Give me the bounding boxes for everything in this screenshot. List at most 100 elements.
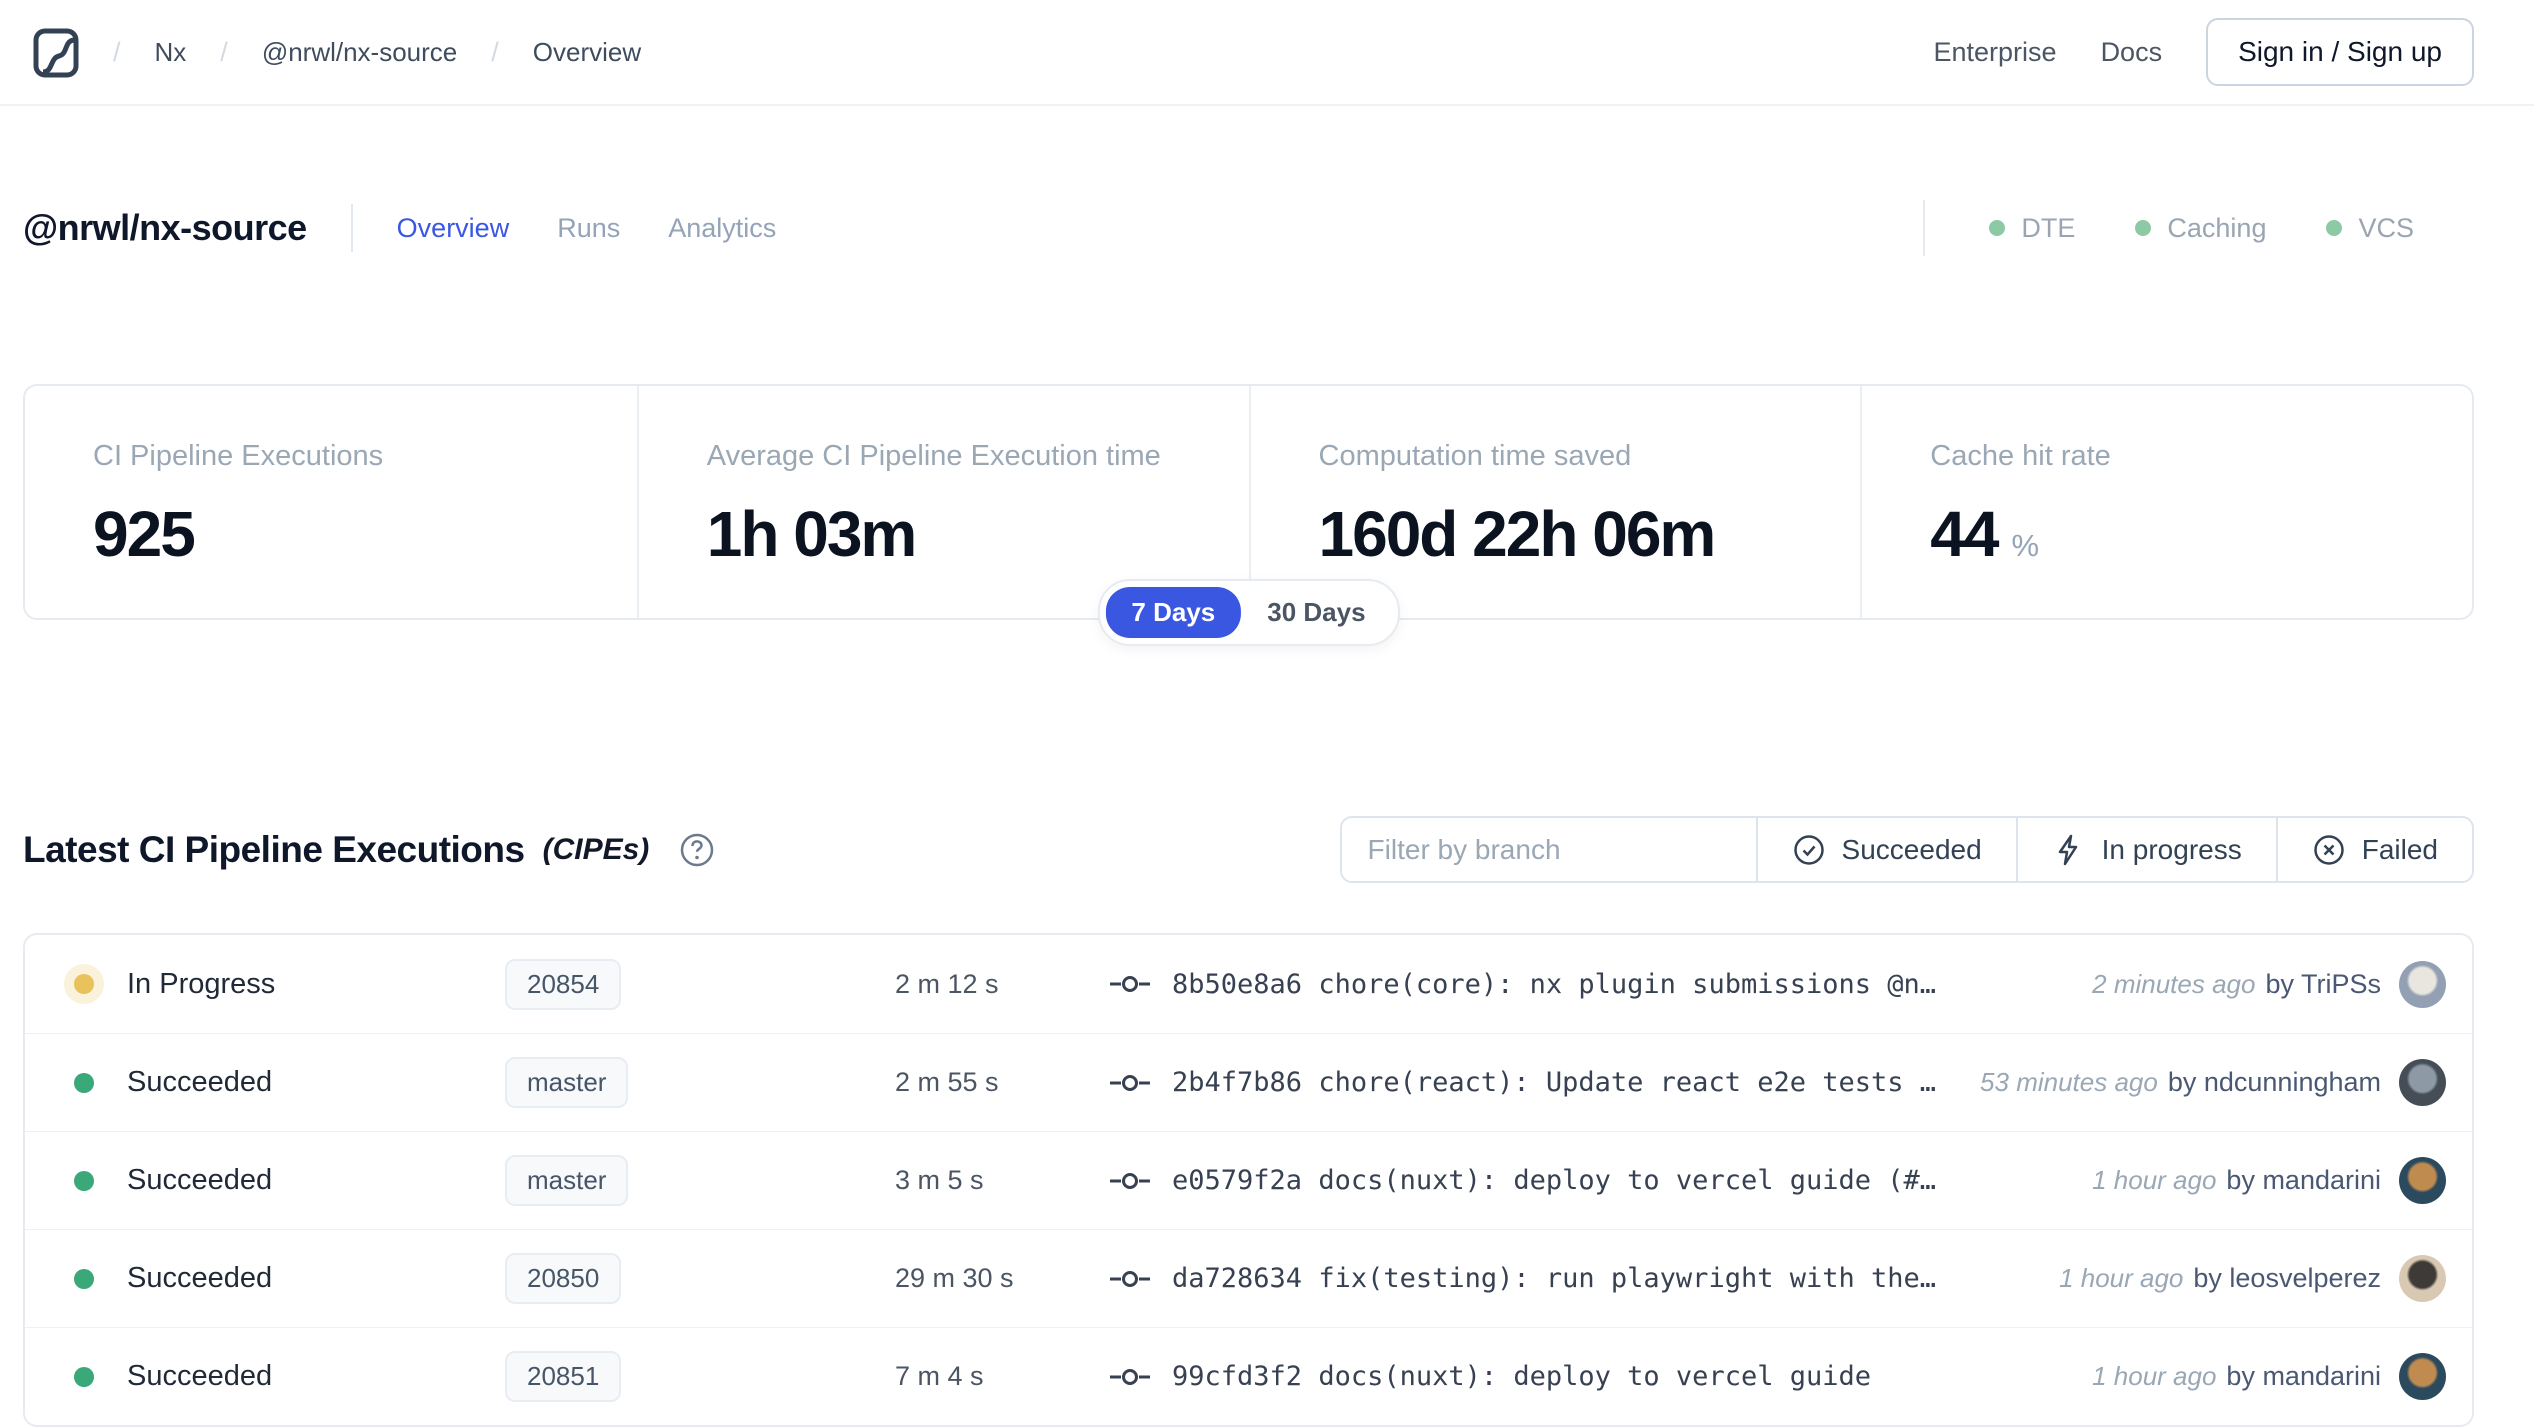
git-commit-icon [1110,1366,1150,1388]
author-label: by mandarini [2226,1165,2381,1196]
stat-ci-pipeline-executions: CI Pipeline Executions 925 [25,386,637,618]
cipe-table-row[interactable]: Succeeded 20850 29 m 30 s da728634 fix(t… [25,1229,2472,1327]
author-label: by ndcunningham [2168,1067,2381,1098]
meta-cell: 2 minutes ago by TriPSs [2092,969,2381,1000]
commit-message: da728634 fix(testing): run playwright wi… [1172,1263,1936,1294]
commit-cell: da728634 fix(testing): run playwright wi… [1110,1263,2039,1294]
filter-succeeded-button[interactable]: Succeeded [1756,818,2016,881]
commit-cell: 99cfd3f2 docs(nuxt): deploy to vercel gu… [1110,1361,2072,1392]
cipe-table-row[interactable]: Succeeded master 2 m 55 s 2b4f7b86 chore… [25,1033,2472,1131]
branch-badge: master [505,1057,628,1108]
feature-dte: DTE [1989,213,2075,244]
top-navigation-bar: / Nx / @nrwl/nx-source / Overview Enterp… [0,0,2534,106]
branch-badge: master [505,1155,628,1206]
commit-cell: 2b4f7b86 chore(react): Update react e2e … [1110,1067,1960,1098]
status-cell: Succeeded [74,1066,505,1099]
range-option-7-days[interactable]: 7 Days [1105,587,1241,638]
status-dot-icon [74,1269,94,1289]
branch-cell: 20854 [505,959,895,1010]
status-cell: In Progress [74,968,505,1001]
git-commit-icon [1110,1170,1150,1192]
breadcrumb-item-workspace[interactable]: @nrwl/nx-source [262,37,457,68]
feature-status-group: DTE Caching VCS [1923,200,2414,256]
stat-cache-hit-rate: Cache hit rate 44 % [1860,386,2472,618]
breadcrumb-separator: / [220,37,228,68]
breadcrumb-item-nx[interactable]: Nx [155,37,187,68]
top-nav-actions: Enterprise Docs Sign in / Sign up [1934,18,2475,86]
range-option-30-days[interactable]: 30 Days [1241,587,1391,638]
workspace-tabs: Overview Runs Analytics [397,213,777,244]
breadcrumb: / Nx / @nrwl/nx-source / Overview [33,25,641,79]
tab-analytics[interactable]: Analytics [668,213,776,244]
cipe-title-group: Latest CI Pipeline Executions (CIPEs) [23,829,715,871]
branch-badge: 20854 [505,959,621,1010]
time-ago-label: 2 minutes ago [2092,969,2255,1000]
workspace-title: @nrwl/nx-source [23,207,307,249]
duration-cell: 3 m 5 s [895,1165,1110,1196]
stat-label: Cache hit rate [1930,440,2452,473]
feature-vcs: VCS [2326,213,2414,244]
commit-cell: e0579f2a docs(nuxt): deploy to vercel gu… [1110,1165,2072,1196]
filter-in-progress-button[interactable]: In progress [2016,818,2276,881]
author-label: by TriPSs [2265,969,2381,1000]
feature-caching: Caching [2135,213,2266,244]
stat-value: 160d 22h 06m [1319,497,1841,571]
git-commit-icon [1110,1072,1150,1094]
cipe-table: In Progress 20854 2 m 12 s 8b50e8a6 chor… [23,933,2474,1427]
filter-label: In progress [2102,834,2242,866]
status-dot-icon [74,1367,94,1387]
vertical-divider [1923,200,1925,256]
tab-runs[interactable]: Runs [557,213,620,244]
branch-filter-input[interactable] [1342,818,1756,881]
nx-cloud-logo-icon[interactable] [33,25,79,79]
breadcrumb-separator: / [491,37,499,68]
nav-link-docs[interactable]: Docs [2101,37,2163,68]
feature-label: Caching [2167,213,2266,244]
stat-label: CI Pipeline Executions [93,440,617,473]
status-cell: Succeeded [74,1262,505,1295]
sign-in-button[interactable]: Sign in / Sign up [2206,18,2474,86]
help-icon[interactable] [679,832,715,868]
feature-label: DTE [2021,213,2075,244]
check-circle-icon [1792,833,1826,867]
commit-message: 8b50e8a6 chore(core): nx plugin submissi… [1172,969,1936,1000]
time-ago-label: 1 hour ago [2092,1361,2216,1392]
author-label: by leosvelperez [2193,1263,2381,1294]
meta-cell: 1 hour ago by leosvelperez [2059,1263,2381,1294]
workspace-header: @nrwl/nx-source Overview Runs Analytics … [0,192,2534,264]
filter-label: Succeeded [1842,834,1982,866]
breadcrumb-item-overview[interactable]: Overview [533,37,641,68]
green-status-dot-icon [1989,220,2005,236]
branch-cell: 20851 [505,1351,895,1402]
duration-cell: 2 m 55 s [895,1067,1110,1098]
cipe-section-title: Latest CI Pipeline Executions [23,829,525,871]
nav-link-enterprise[interactable]: Enterprise [1934,37,2057,68]
cipe-table-row[interactable]: Succeeded 20851 7 m 4 s 99cfd3f2 docs(nu… [25,1327,2472,1425]
duration-cell: 7 m 4 s [895,1361,1110,1392]
git-commit-icon [1110,1268,1150,1290]
status-label: Succeeded [127,1262,272,1295]
filter-failed-button[interactable]: Failed [2276,818,2472,881]
commit-cell: 8b50e8a6 chore(core): nx plugin submissi… [1110,969,2072,1000]
percent-suffix: % [2011,528,2039,564]
meta-cell: 1 hour ago by mandarini [2092,1361,2381,1392]
cipe-section-subtitle: (CIPEs) [543,833,650,867]
avatar [2399,1059,2446,1106]
duration-cell: 2 m 12 s [895,969,1110,1000]
cipe-section-header: Latest CI Pipeline Executions (CIPEs) Su… [23,816,2474,883]
breadcrumb-separator: / [113,37,121,68]
tab-overview[interactable]: Overview [397,213,510,244]
cipe-table-row[interactable]: Succeeded master 3 m 5 s e0579f2a docs(n… [25,1131,2472,1229]
duration-cell: 29 m 30 s [895,1263,1110,1294]
filter-label: Failed [2362,834,2438,866]
status-label: Succeeded [127,1164,272,1197]
cipe-table-row[interactable]: In Progress 20854 2 m 12 s 8b50e8a6 chor… [25,935,2472,1033]
time-ago-label: 53 minutes ago [1980,1067,2158,1098]
status-cell: Succeeded [74,1360,505,1393]
green-status-dot-icon [2326,220,2342,236]
author-label: by mandarini [2226,1361,2381,1392]
status-dot-icon [74,1171,94,1191]
commit-message: 2b4f7b86 chore(react): Update react e2e … [1172,1067,1936,1098]
stats-card-container: CI Pipeline Executions 925 Average CI Pi… [23,384,2474,620]
branch-cell: 20850 [505,1253,895,1304]
